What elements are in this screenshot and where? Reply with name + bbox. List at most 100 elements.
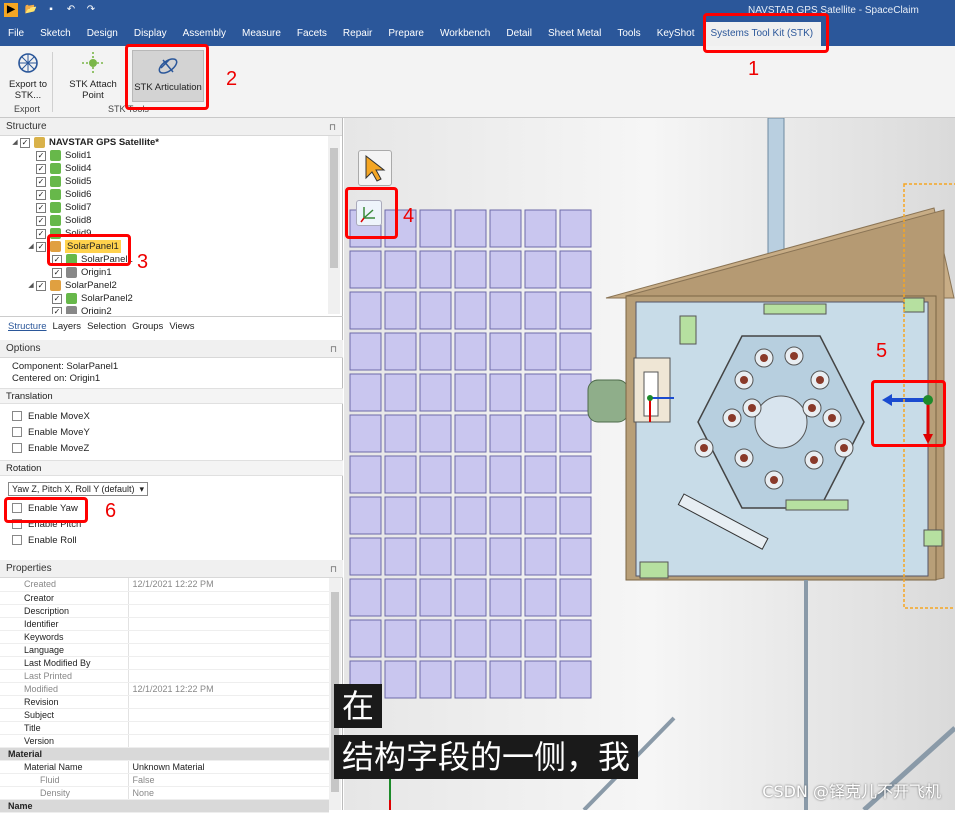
visibility-checkbox[interactable]: ✓ [36,177,46,187]
tab-design[interactable]: Design [79,22,126,46]
export-to-stk-button[interactable]: Export to STK... [6,50,50,101]
tab-prepare[interactable]: Prepare [380,22,432,46]
enable-movex-checkbox[interactable]: Enable MoveX [0,408,343,424]
tab-measure[interactable]: Measure [234,22,289,46]
tree-item[interactable]: ✓Origin2 [0,305,329,314]
visibility-checkbox[interactable]: ✓ [36,229,46,239]
property-value[interactable]: None [128,786,329,799]
tab-assembly[interactable]: Assembly [175,22,234,46]
visibility-checkbox[interactable]: ✓ [36,151,46,161]
panel-tab-groups[interactable]: Groups [132,321,163,332]
tree-item[interactable]: ✓SolarPanel2 [0,292,329,305]
tree-item[interactable]: ✓Solid5 [0,175,329,188]
property-row[interactable]: Subject [0,708,329,721]
enable-roll-checkbox[interactable]: Enable Roll [0,532,343,548]
property-row[interactable]: Modified12/1/2021 12:22 PM [0,682,329,695]
visibility-checkbox[interactable]: ✓ [52,307,62,315]
property-row[interactable]: Keywords [0,630,329,643]
tab-file[interactable]: File [0,22,32,46]
3d-viewport[interactable] [344,118,955,810]
property-category[interactable]: Material [0,747,329,760]
tab-keyshot[interactable]: KeyShot [649,22,703,46]
tree-item[interactable]: ◢✓NAVSTAR GPS Satellite* [0,136,329,149]
tab-repair[interactable]: Repair [335,22,380,46]
property-row[interactable]: Version [0,734,329,747]
property-row[interactable]: Description [0,604,329,617]
tree-scrollbar[interactable] [328,136,340,314]
visibility-checkbox[interactable]: ✓ [36,242,46,252]
tab-facets[interactable]: Facets [289,22,335,46]
property-value[interactable] [128,721,329,734]
property-value[interactable]: 12/1/2021 12:22 PM [128,578,329,591]
tree-item[interactable]: ✓Solid1 [0,149,329,162]
property-value[interactable] [128,630,329,643]
tab-workbench[interactable]: Workbench [432,22,498,46]
expand-icon[interactable]: ◢ [26,240,36,253]
checkbox-box[interactable] [12,443,22,453]
property-row[interactable]: Created12/1/2021 12:22 PM [0,578,329,591]
property-value[interactable]: False [128,773,329,786]
property-value[interactable] [128,734,329,747]
panel-tab-layers[interactable]: Layers [53,321,82,332]
tab-detail[interactable]: Detail [498,22,540,46]
tree-scrollbar-thumb[interactable] [330,148,338,268]
property-value[interactable] [128,604,329,617]
property-row[interactable]: Creator [0,591,329,604]
tab-sheet-metal[interactable]: Sheet Metal [540,22,609,46]
tree-item[interactable]: ✓Solid7 [0,201,329,214]
property-row[interactable]: FluidFalse [0,773,329,786]
property-value[interactable] [128,656,329,669]
checkbox-box[interactable] [12,535,22,545]
redo-icon[interactable]: ↷ [84,3,98,17]
property-value[interactable]: Unknown Material [128,760,329,773]
pin-icon[interactable]: ⊓ [330,340,337,358]
visibility-checkbox[interactable]: ✓ [52,268,62,278]
visibility-checkbox[interactable]: ✓ [36,190,46,200]
property-value[interactable] [128,643,329,656]
property-value[interactable] [128,708,329,721]
panel-tab-selection[interactable]: Selection [87,321,126,332]
property-row[interactable]: Last Modified By [0,656,329,669]
stk-attach-point-button[interactable]: STK Attach Point [58,50,128,101]
visibility-checkbox[interactable]: ✓ [52,294,62,304]
tab-sketch[interactable]: Sketch [32,22,79,46]
tab-tools[interactable]: Tools [609,22,648,46]
panel-tab-structure[interactable]: Structure [8,321,47,332]
property-row[interactable]: Language [0,643,329,656]
checkbox-box[interactable] [12,411,22,421]
visibility-checkbox[interactable]: ✓ [36,216,46,226]
expand-icon[interactable]: ◢ [10,136,20,149]
property-row[interactable]: Material NameUnknown Material [0,760,329,773]
visibility-checkbox[interactable]: ✓ [36,164,46,174]
property-value[interactable]: 12/1/2021 12:22 PM [128,682,329,695]
property-value[interactable] [128,591,329,604]
property-row[interactable]: Identifier [0,617,329,630]
property-row[interactable]: DensityNone [0,786,329,799]
save-icon[interactable]: ▪ [44,3,58,17]
rotation-order-select[interactable]: Yaw Z, Pitch X, Roll Y (default) [8,482,148,496]
property-row[interactable]: Title [0,721,329,734]
property-value[interactable] [128,695,329,708]
folder-open-icon[interactable]: 📂 [24,3,38,17]
checkbox-box[interactable] [12,427,22,437]
tree-item[interactable]: ✓Solid6 [0,188,329,201]
expand-icon[interactable]: ◢ [26,279,36,292]
pin-icon[interactable]: ⊓ [329,118,336,136]
select-tool-button[interactable] [358,150,392,186]
visibility-checkbox[interactable]: ✓ [36,203,46,213]
tree-item[interactable]: ◢✓SolarPanel2 [0,279,329,292]
property-value[interactable] [128,669,329,682]
spaceclaim-logo-icon[interactable]: ▶ [4,3,18,17]
pin-icon[interactable]: ⊓ [330,560,337,578]
panel-tab-views[interactable]: Views [169,321,194,332]
enable-movez-checkbox[interactable]: Enable MoveZ [0,440,343,456]
visibility-checkbox[interactable]: ✓ [36,281,46,291]
enable-movey-checkbox[interactable]: Enable MoveY [0,424,343,440]
tree-item[interactable]: ✓Solid4 [0,162,329,175]
property-row[interactable]: Revision [0,695,329,708]
visibility-checkbox[interactable]: ✓ [20,138,30,148]
tree-item[interactable]: ✓Origin1 [0,266,329,279]
property-category[interactable]: Name [0,799,329,812]
undo-icon[interactable]: ↶ [64,3,78,17]
tree-item[interactable]: ✓Solid8 [0,214,329,227]
